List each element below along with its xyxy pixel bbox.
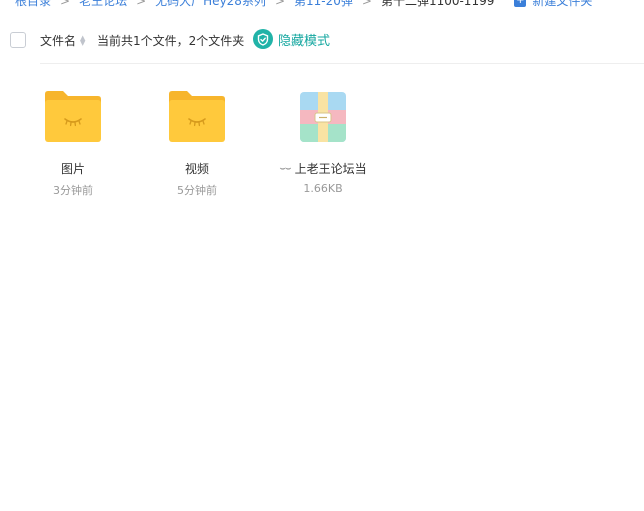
breadcrumb-separator: > [361,0,372,8]
breadcrumb-current: 第十二弹1100-1199 [380,0,495,8]
breadcrumb: 根目录 > 老王论坛 > 无码大厂Hey28系列 > 第11-20弹 > 第十二… [15,0,592,9]
folder-icon [167,86,227,148]
file-name: 图片 [60,162,85,176]
hidden-mode-toggle[interactable]: 隐藏模式 [253,29,330,49]
breadcrumb-separator: > [60,0,71,8]
file-browser: 根目录 > 老王论坛 > 无码大厂Hey28系列 > 第11-20弹 > 第十二… [0,0,644,511]
breadcrumb-separator: > [274,0,285,8]
select-all-checkbox[interactable] [10,32,26,48]
file-item[interactable]: ⌣⌣ 上老王论坛当 1.66KB [278,86,368,195]
list-header: 文件名 ▲ ▼ 当前共1个文件，2个文件夹 隐藏模式 [0,28,644,52]
breadcrumb-range[interactable]: 第11-20弹 [294,0,353,9]
file-meta: 1.66KB [303,182,343,195]
file-meta: 5分钟前 [177,184,217,197]
file-meta: 3分钟前 [53,184,93,197]
file-item[interactable]: 视频 5分钟前 [152,86,242,198]
breadcrumb-series[interactable]: 无码大厂Hey28系列 [155,0,266,9]
divider [40,63,644,64]
new-folder-label: 新建文件夹 [532,0,593,8]
file-name-row: ⌣⌣ 上老王论坛当 [278,160,368,177]
breadcrumb-root[interactable]: 根目录 [15,0,51,9]
zip-archive-icon [293,86,353,148]
breadcrumb-forum[interactable]: 老王论坛 [79,0,127,9]
new-folder-button[interactable]: + 新建文件夹 [514,0,592,9]
file-count-summary: 当前共1个文件，2个文件夹 [97,34,245,48]
sort-icon: ▲ ▼ [80,33,86,47]
folder-icon [43,86,103,148]
plus-icon: + [514,0,527,7]
closed-eye-icon: ⌣⌣ [279,163,291,174]
breadcrumb-separator: > [136,0,147,8]
column-name-label: 文件名 [40,34,77,48]
file-item[interactable]: 图片 3分钟前 [28,86,118,198]
file-name: 上老王论坛当 [294,162,367,176]
hidden-mode-label: 隐藏模式 [278,33,331,49]
sort-by-name[interactable]: 文件名 ▲ ▼ [40,32,85,49]
file-name: 视频 [184,162,209,176]
shield-icon [253,29,273,49]
